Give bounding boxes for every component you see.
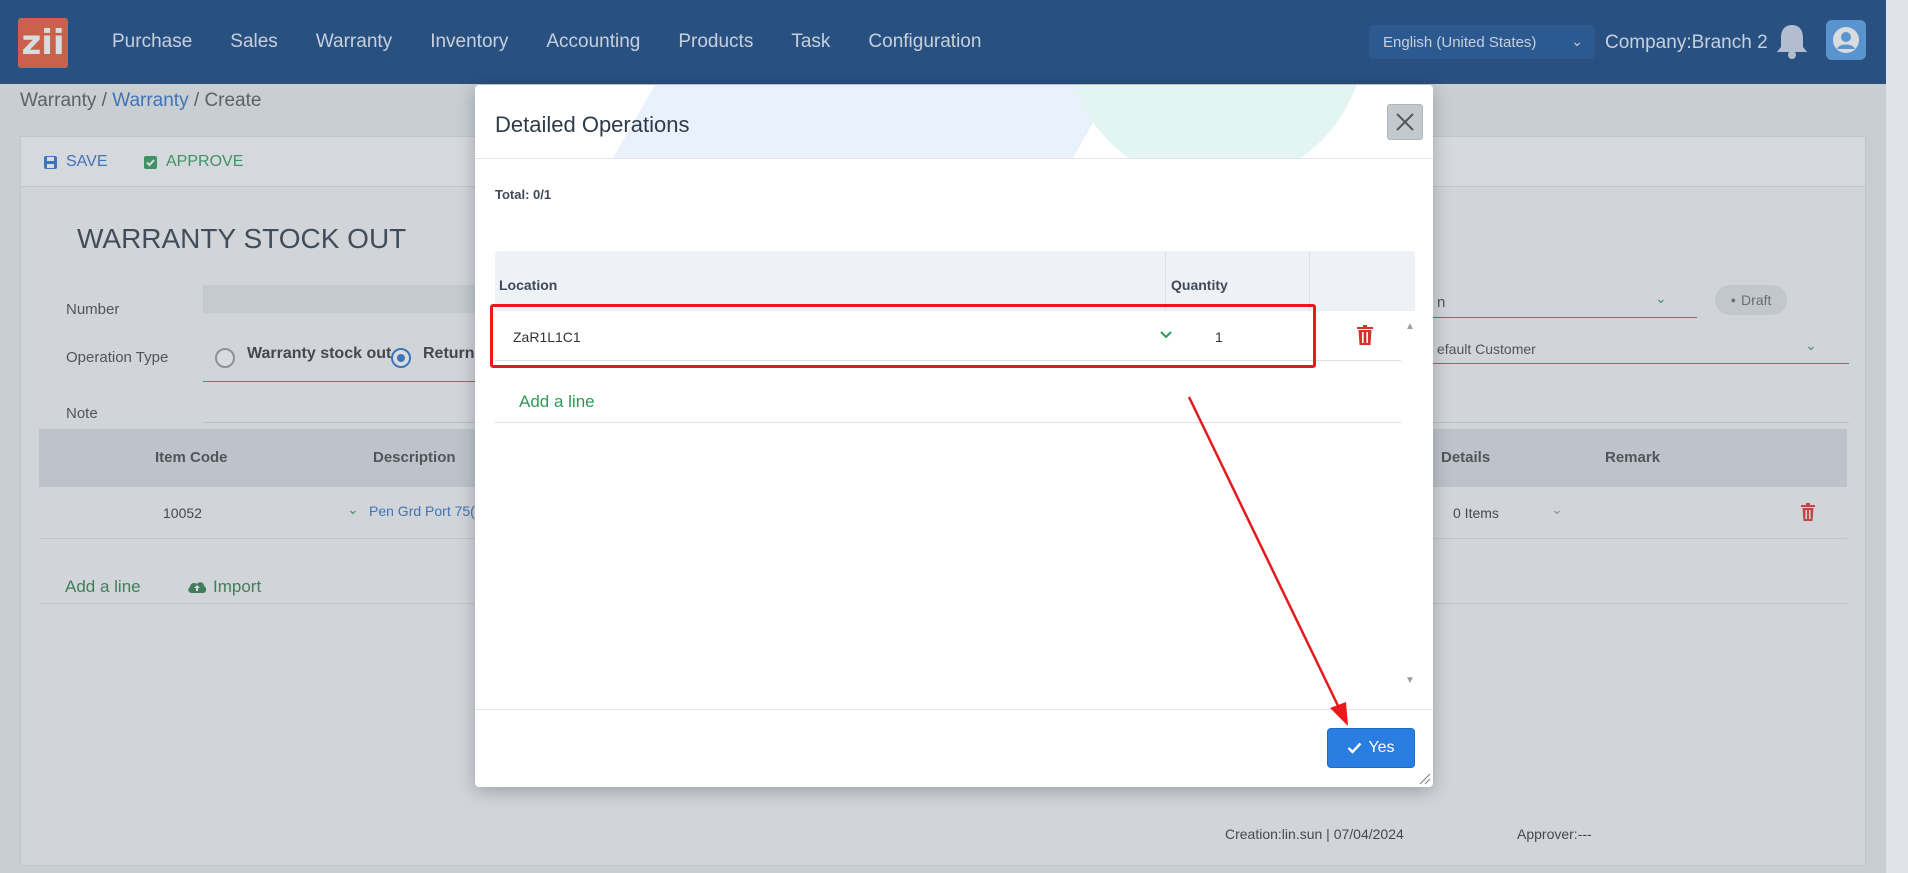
col-location: Location	[499, 277, 558, 293]
header-decoration	[1065, 85, 1365, 158]
dialog-header: Detailed Operations	[475, 85, 1433, 159]
divider	[495, 422, 1401, 423]
operations-table-header: Location Quantity	[495, 251, 1415, 311]
page-scrollbar[interactable]	[1886, 0, 1908, 873]
detailed-operations-dialog: Detailed Operations Total: 0/1 Location …	[475, 85, 1433, 787]
check-icon	[1348, 742, 1362, 754]
yes-label: Yes	[1368, 739, 1395, 756]
trash-icon[interactable]	[1357, 325, 1373, 345]
dialog-footer-divider	[475, 709, 1433, 710]
scroll-down-icon[interactable]: ▼	[1405, 675, 1415, 686]
scroll-up-icon[interactable]: ▲	[1405, 321, 1415, 332]
resize-handle-icon[interactable]	[1417, 771, 1431, 785]
close-button[interactable]	[1387, 104, 1423, 140]
close-icon	[1396, 113, 1414, 131]
column-divider	[1309, 251, 1310, 311]
column-divider	[1165, 251, 1166, 311]
dialog-title: Detailed Operations	[495, 112, 690, 137]
highlight-annotation-box	[490, 304, 1316, 368]
add-line-link[interactable]: Add a line	[519, 392, 595, 412]
col-quantity: Quantity	[1171, 277, 1228, 293]
total-count: Total: 0/1	[495, 187, 552, 202]
yes-button[interactable]: Yes	[1327, 728, 1415, 768]
